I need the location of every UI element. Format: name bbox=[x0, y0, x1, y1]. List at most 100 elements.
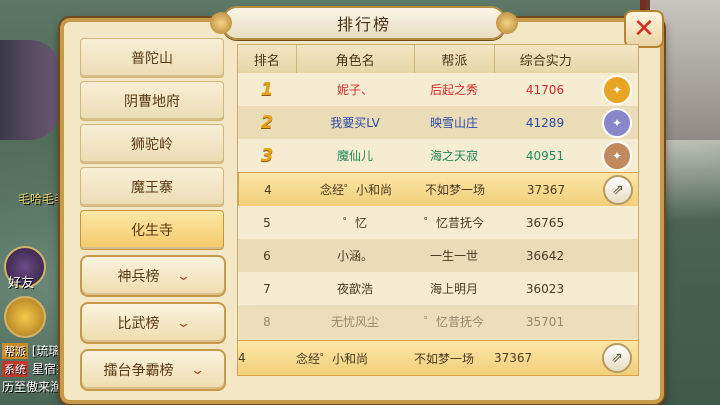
name-cell: 小涵。 bbox=[336, 249, 373, 263]
table-row[interactable]: 3 魔仙儿 海之天寂 40951 ✦ bbox=[238, 139, 638, 172]
close-x-icon: ✕ bbox=[633, 14, 655, 44]
power-cell: 41289 bbox=[525, 115, 565, 130]
header-power: 综合实力 bbox=[519, 53, 572, 69]
rank-cell: 5 bbox=[263, 215, 271, 230]
chevron-down-icon: ⌄ bbox=[189, 362, 205, 378]
chat-line: 系统 星宿扌 bbox=[2, 360, 68, 377]
category-item-huashengsi[interactable]: 化生寺 bbox=[80, 210, 224, 250]
table-row[interactable]: 1 妮子、 后起之秀 41706 ✦ bbox=[238, 73, 638, 106]
name-cell: 念经゜小和尚 bbox=[319, 183, 392, 197]
action-cell: ⇗ bbox=[597, 174, 638, 205]
rank-cell: 1 bbox=[238, 79, 296, 100]
table-header: 排名 角色名 帮派 综合实力 bbox=[238, 45, 638, 74]
power-cell: 36642 bbox=[525, 248, 565, 263]
chat-tag-guild: 帮派 bbox=[2, 343, 28, 359]
rank-cell: 6 bbox=[263, 248, 271, 263]
my-rank-row[interactable]: 4 念经゜小和尚 不如梦一场 37367 ⇗ bbox=[237, 340, 639, 376]
power-cell: 36765 bbox=[525, 215, 565, 230]
rank-number: 3 bbox=[260, 145, 274, 166]
my-power-cell: 37367 bbox=[494, 351, 533, 365]
rank-cell: 3 bbox=[238, 145, 296, 166]
action-cell: ✦ bbox=[596, 107, 638, 138]
table-row[interactable]: 8 无忧风尘 ゜忆昔抚今 35701 bbox=[238, 305, 638, 338]
power-cell: 41706 bbox=[525, 82, 565, 97]
guild-cell: 不如梦一场 bbox=[424, 183, 485, 197]
table-row[interactable]: 6 小涵。 一生一世 36642 bbox=[238, 239, 638, 272]
power-cell: 36023 bbox=[525, 281, 565, 296]
table-row[interactable]: 7 夜歆浩 海上明月 36023 bbox=[238, 272, 638, 305]
category-item-shituoling[interactable]: 狮驼岭 bbox=[80, 124, 224, 164]
ranking-table: 排名 角色名 帮派 综合实力 1 妮子、 后起之秀 41706 ✦ 2 我要买L… bbox=[237, 44, 639, 376]
chat-bubble-icon[interactable] bbox=[4, 296, 46, 338]
chat-text: [琉璃 bbox=[31, 344, 61, 358]
title-bar: 排行榜 bbox=[210, 6, 518, 40]
title-ornament-left bbox=[210, 12, 232, 34]
action-cell: ✦ bbox=[596, 74, 638, 105]
category-group-biwu[interactable]: 比武榜 ⌄ bbox=[80, 302, 226, 344]
name-cell: ゜忆 bbox=[342, 216, 367, 230]
table-row[interactable]: 5 ゜忆 ゜忆昔抚今 36765 bbox=[238, 206, 638, 239]
table-row-highlighted[interactable]: 4 念经゜小和尚 不如梦一场 37367 ⇗ bbox=[238, 172, 638, 207]
close-button[interactable]: ✕ bbox=[624, 10, 664, 48]
my-name-cell: 念经゜小和尚 bbox=[296, 351, 369, 366]
category-label: 阴曹地府 bbox=[124, 94, 180, 110]
title-ornament-right bbox=[496, 12, 518, 34]
guild-cell: 后起之秀 bbox=[429, 83, 478, 97]
header-guild: 帮派 bbox=[415, 45, 496, 73]
category-item-mowangzhai[interactable]: 魔王寨 bbox=[80, 167, 224, 207]
guild-cell: ゜忆昔抚今 bbox=[423, 216, 484, 230]
category-list: 普陀山 阴曹地府 狮驼岭 魔王寨 化生寺 神兵榜 ⌄ 比武榜 ⌄ 擂台争霸榜 ⌄ bbox=[74, 36, 230, 396]
my-rank-cell: 4 bbox=[238, 351, 246, 365]
name-cell: 无忧风尘 bbox=[330, 315, 379, 329]
chat-line: 历至傲来渔 bbox=[2, 378, 62, 395]
silver-medal-icon: ✦ bbox=[602, 107, 632, 138]
share-button[interactable]: ⇗ bbox=[602, 343, 632, 373]
action-cell: ✦ bbox=[596, 140, 638, 171]
name-cell: 妮子、 bbox=[336, 83, 373, 97]
category-label: 狮驼岭 bbox=[131, 137, 173, 153]
category-item-yincaodifu[interactable]: 阴曹地府 bbox=[80, 81, 224, 121]
guild-cell: 一生一世 bbox=[429, 249, 478, 263]
gold-medal-icon: ✦ bbox=[602, 74, 632, 105]
power-cell: 40951 bbox=[525, 148, 565, 163]
chat-line: 帮派 [琉璃 bbox=[2, 342, 61, 359]
npc-name-label: 毛哈毛毛 bbox=[18, 192, 67, 206]
share-icon: ⇗ bbox=[612, 181, 624, 198]
guild-cell: ゜忆昔抚今 bbox=[423, 315, 484, 329]
rank-number: 2 bbox=[260, 112, 274, 133]
friends-label: 好友 bbox=[8, 276, 35, 291]
chevron-down-icon: ⌄ bbox=[175, 268, 191, 284]
category-label: 神兵榜 bbox=[117, 269, 160, 285]
page-title: 排行榜 bbox=[336, 15, 391, 34]
my-guild-cell: 不如梦一场 bbox=[414, 351, 475, 366]
name-cell: 夜歆浩 bbox=[336, 282, 373, 296]
name-cell: 我要买LV bbox=[330, 116, 380, 130]
guild-cell: 海之天寂 bbox=[429, 149, 478, 163]
chevron-down-icon: ⌄ bbox=[175, 315, 191, 331]
rank-cell: 2 bbox=[238, 112, 296, 133]
rank-cell: 7 bbox=[263, 281, 271, 296]
power-cell: 37367 bbox=[526, 182, 566, 197]
category-label: 普陀山 bbox=[131, 51, 173, 67]
category-label: 化生寺 bbox=[131, 223, 173, 239]
header-rank: 排名 bbox=[238, 45, 297, 73]
header-name: 角色名 bbox=[297, 45, 415, 73]
chat-tag-system: 系统 bbox=[2, 361, 28, 377]
name-cell: 魔仙儿 bbox=[336, 149, 373, 163]
bronze-medal-icon: ✦ bbox=[602, 140, 632, 171]
power-cell: 35701 bbox=[525, 314, 565, 329]
rank-number: 1 bbox=[260, 79, 274, 100]
my-action-cell: ⇗ bbox=[596, 343, 638, 373]
category-group-leitai[interactable]: 擂台争霸榜 ⌄ bbox=[80, 349, 226, 391]
share-button[interactable]: ⇗ bbox=[603, 174, 633, 205]
category-item-putuoshan[interactable]: 普陀山 bbox=[80, 38, 224, 78]
category-group-shenbing[interactable]: 神兵榜 ⌄ bbox=[80, 255, 226, 297]
guild-cell: 海上明月 bbox=[429, 282, 478, 296]
rank-cell: 4 bbox=[264, 182, 272, 197]
rank-cell: 8 bbox=[263, 314, 271, 329]
guild-cell: 映雪山庄 bbox=[429, 116, 478, 130]
category-label: 魔王寨 bbox=[131, 180, 173, 196]
category-label: 擂台争霸榜 bbox=[103, 363, 174, 379]
npc-character bbox=[0, 40, 60, 140]
table-row[interactable]: 2 我要买LV 映雪山庄 41289 ✦ bbox=[238, 106, 638, 139]
